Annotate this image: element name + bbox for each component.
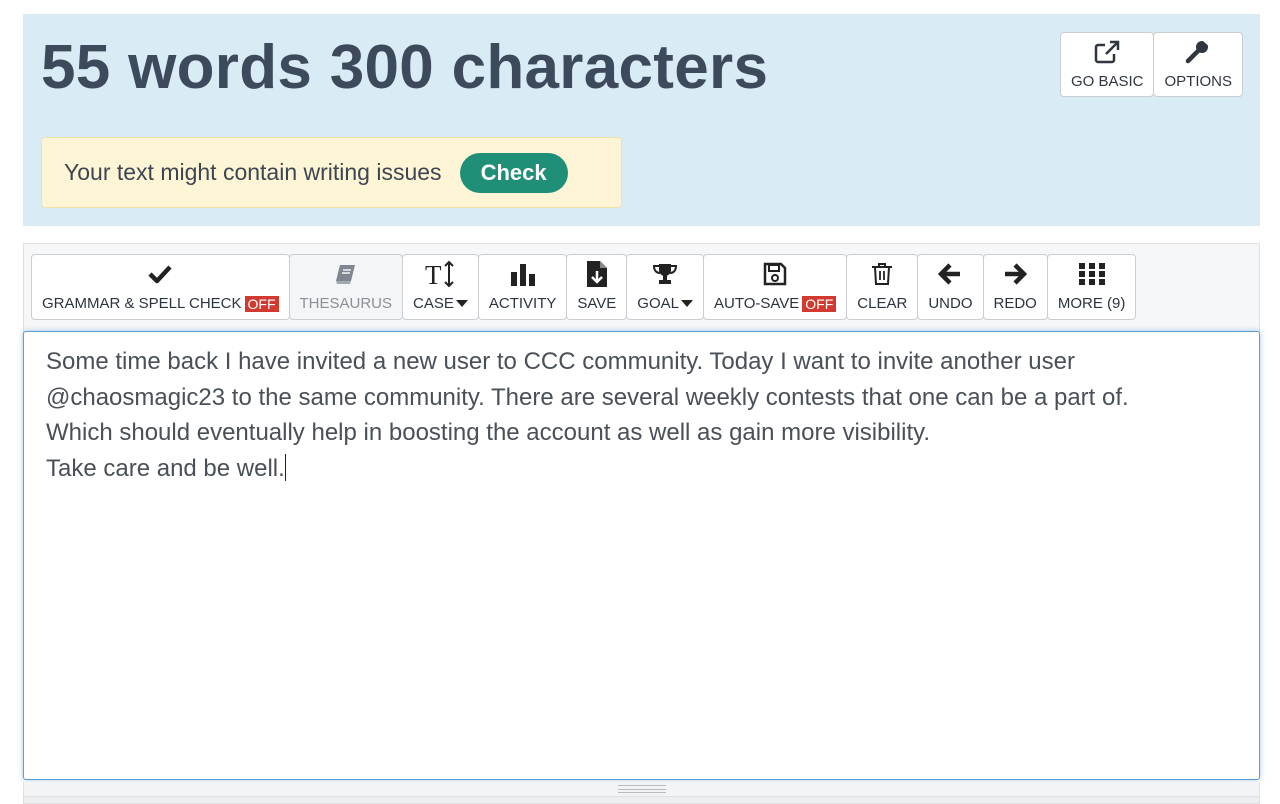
bar-chart-icon: [510, 264, 535, 286]
writing-issues-banner: Your text might contain writing issues C…: [41, 137, 622, 208]
word-character-count: 55 words 300 characters: [41, 33, 769, 102]
clear-button[interactable]: CLEAR: [846, 254, 919, 320]
external-link-icon: [1094, 40, 1120, 63]
options-button[interactable]: OPTIONS: [1153, 32, 1243, 97]
save-label: SAVE: [577, 295, 617, 312]
wrench-icon: [1185, 40, 1212, 63]
save-button[interactable]: SAVE: [566, 254, 628, 320]
header-buttons: GO BASIC OPTIONS: [1059, 32, 1243, 97]
redo-button[interactable]: REDO: [982, 254, 1048, 320]
writing-issues-message: Your text might contain writing issues: [64, 159, 442, 185]
undo-button[interactable]: UNDO: [917, 254, 984, 320]
book-icon: [335, 265, 355, 284]
svg-text:T: T: [425, 260, 442, 288]
stats-header: 55 words 300 characters GO BASIC OPTIONS…: [23, 14, 1260, 226]
arrow-left-icon: [938, 263, 961, 285]
text-editor[interactable]: Some time back I have invited a new user…: [23, 331, 1260, 780]
redo-label: REDO: [993, 295, 1037, 312]
checkmark-icon: [148, 265, 172, 284]
text-cursor: [284, 453, 286, 481]
grid-icon: [1078, 263, 1105, 285]
grammar-spell-check-button[interactable]: GRAMMAR & SPELL CHECK OFF: [31, 254, 290, 320]
auto-save-label: AUTO-SAVE: [713, 295, 800, 312]
more-button[interactable]: MORE (9): [1046, 254, 1137, 320]
activity-button[interactable]: ACTIVITY: [477, 254, 568, 320]
footer-edge: [23, 796, 1260, 804]
auto-save-off-badge: OFF: [802, 295, 837, 312]
options-label: OPTIONS: [1164, 72, 1232, 90]
clear-label: CLEAR: [857, 295, 908, 312]
editor-line: Which should eventually help in boosting…: [46, 419, 931, 446]
editor-line: Some time back I have invited a new user…: [46, 348, 1075, 375]
grammar-label: GRAMMAR & SPELL CHECK: [42, 295, 242, 312]
trophy-icon: [653, 264, 678, 284]
editor-line-text: Take care and be well.: [46, 454, 285, 482]
case-button[interactable]: T CASE: [402, 254, 479, 320]
activity-label: ACTIVITY: [488, 295, 557, 312]
go-basic-button[interactable]: GO BASIC: [1059, 32, 1155, 97]
undo-label: UNDO: [928, 295, 973, 312]
goal-label: GOAL: [637, 295, 679, 312]
editor-toolbar: GRAMMAR & SPELL CHECKOFF THESAURUS T CA: [23, 243, 1260, 333]
check-button[interactable]: Check: [459, 152, 568, 193]
floppy-disk-icon: [763, 262, 787, 286]
thesaurus-label: THESAURUS: [299, 295, 393, 312]
goal-button[interactable]: GOAL: [626, 254, 704, 320]
file-download-icon: [586, 261, 607, 287]
grammar-off-badge: OFF: [244, 295, 279, 312]
trash-icon: [872, 263, 893, 285]
more-label: MORE (9): [1057, 295, 1126, 312]
auto-save-button[interactable]: AUTO-SAVE OFF: [702, 254, 848, 320]
text-height-icon: T: [425, 260, 455, 288]
editor-line-last: Take care and be well.: [46, 451, 1237, 487]
go-basic-label: GO BASIC: [1070, 72, 1144, 90]
arrow-right-icon: [1005, 263, 1028, 285]
thesaurus-button[interactable]: THESAURUS: [288, 254, 404, 320]
goal-caret-icon: [680, 300, 693, 307]
case-caret-icon: [455, 300, 468, 307]
resize-handle[interactable]: [618, 785, 666, 793]
case-label: CASE: [413, 295, 454, 312]
editor-resize-bar: [23, 782, 1260, 796]
editor-line: @chaosmagic23 to the same community. The…: [46, 383, 1129, 411]
